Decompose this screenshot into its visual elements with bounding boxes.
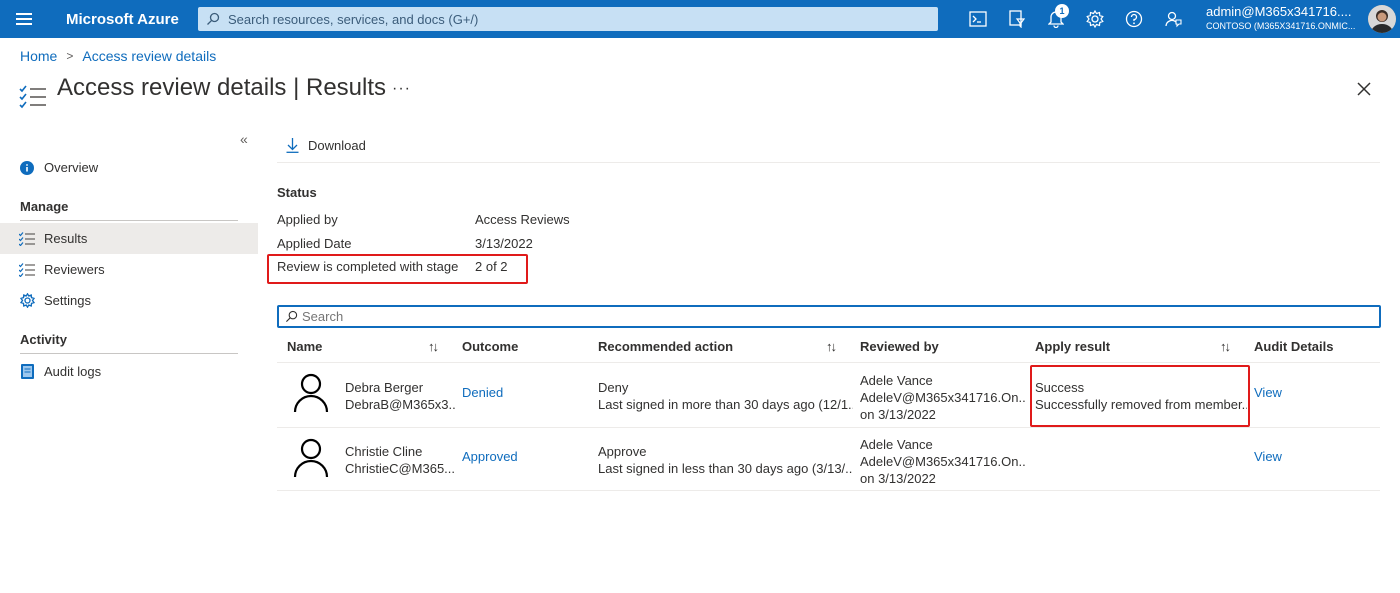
status-header: Status xyxy=(277,185,317,200)
column-header-audit-details[interactable]: Audit Details xyxy=(1254,339,1333,354)
reviewer-name: Adele Vance xyxy=(860,373,933,388)
sidebar-item-reviewers[interactable]: Reviewers xyxy=(0,254,258,285)
notifications-bell-icon[interactable]: 1 xyxy=(1036,0,1075,38)
user-avatar[interactable] xyxy=(1368,5,1396,33)
user-email: DebraB@M365x3... xyxy=(345,397,455,412)
table-row-divider xyxy=(277,490,1380,491)
table-header-divider xyxy=(277,362,1380,363)
breadcrumb: Home > Access review details xyxy=(20,48,216,64)
applied-date-label: Applied Date xyxy=(277,236,352,251)
reviewer-name: Adele Vance xyxy=(860,437,933,452)
brand-name[interactable]: Microsoft Azure xyxy=(66,11,198,28)
audit-log-icon xyxy=(19,364,35,380)
recommended-detail: Last signed in more than 30 days ago (12… xyxy=(598,397,853,412)
applied-by-label: Applied by xyxy=(277,212,338,227)
reviewed-date: on 3/13/2022 xyxy=(860,471,936,486)
collapse-sidebar-button[interactable]: « xyxy=(240,131,248,147)
page-title-sub: Results xyxy=(306,74,387,101)
user-name: Debra Berger xyxy=(345,380,424,395)
top-icons: 1 xyxy=(958,0,1192,38)
user-name: Christie Cline xyxy=(345,444,423,459)
column-header-apply-result[interactable]: Apply result xyxy=(1035,339,1110,354)
divider xyxy=(20,353,238,354)
recommended-action: Approve xyxy=(598,444,647,459)
sidebar-item-settings[interactable]: Settings xyxy=(0,285,258,316)
outcome-link[interactable]: Denied xyxy=(462,384,503,401)
sidebar-item-label: Overview xyxy=(44,160,99,175)
command-bar-divider xyxy=(277,162,1380,163)
account-tenant: CONTOSO (M365X341716.ONMIC... xyxy=(1206,21,1356,31)
sidebar-item-results[interactable]: Results xyxy=(0,223,258,254)
highlight-box-stage xyxy=(267,254,528,284)
search-icon xyxy=(207,12,220,25)
sidebar-item-label: Audit logs xyxy=(44,364,102,379)
search-placeholder: Search resources, services, and docs (G+… xyxy=(228,11,479,27)
outcome-link[interactable]: Approved xyxy=(462,448,518,465)
sort-arrows-icon[interactable]: ↑↓ xyxy=(428,339,439,354)
help-icon[interactable] xyxy=(1114,0,1153,38)
reviewer-email: AdeleV@M365x341716.On... xyxy=(860,454,1025,469)
applied-date-value: 3/13/2022 xyxy=(475,236,533,251)
reviewed-date: on 3/13/2022 xyxy=(860,407,936,422)
sidebar-item-label: Reviewers xyxy=(44,262,105,277)
audit-view-link[interactable]: View xyxy=(1254,384,1282,401)
sidebar-item-label: Results xyxy=(44,231,88,246)
title-separator: | xyxy=(293,74,306,101)
column-header-outcome[interactable]: Outcome xyxy=(462,339,518,354)
page-title: Access review details | Results xyxy=(57,74,386,102)
recommended-action: Deny xyxy=(598,380,629,395)
download-label: Download xyxy=(308,138,366,153)
search-icon xyxy=(285,310,298,323)
results-search-field[interactable] xyxy=(277,305,1381,328)
sort-arrows-icon[interactable]: ↑↓ xyxy=(826,339,837,354)
checklist-icon xyxy=(19,262,35,278)
breadcrumb-home[interactable]: Home xyxy=(20,48,57,64)
info-icon xyxy=(19,160,35,176)
person-icon xyxy=(293,373,329,412)
sidebar-section-manage: Manage xyxy=(20,199,69,214)
checklist-icon xyxy=(19,85,46,109)
person-icon xyxy=(293,438,329,477)
reviewer-email: AdeleV@M365x341716.On... xyxy=(860,390,1025,405)
directory-filter-icon[interactable] xyxy=(997,0,1036,38)
settings-gear-icon[interactable] xyxy=(1075,0,1114,38)
sidebar-item-audit-logs[interactable]: Audit logs xyxy=(0,356,258,387)
highlight-box-apply-result xyxy=(1030,365,1250,427)
global-search-input[interactable]: Search resources, services, and docs (G+… xyxy=(198,7,938,31)
sidebar-section-activity: Activity xyxy=(20,332,67,347)
feedback-icon[interactable] xyxy=(1153,0,1192,38)
more-options-button[interactable]: ··· xyxy=(392,80,411,98)
column-header-reviewed-by[interactable]: Reviewed by xyxy=(860,339,939,354)
user-email: ChristieC@M365... xyxy=(345,461,455,476)
account-user: admin@M365x341716.... xyxy=(1206,4,1352,19)
close-icon[interactable] xyxy=(1356,81,1372,97)
table-row-divider xyxy=(277,427,1380,428)
download-button[interactable]: Download xyxy=(286,138,366,153)
hamburger-menu-icon[interactable] xyxy=(0,0,48,38)
column-header-name[interactable]: Name xyxy=(287,339,322,354)
sidebar-item-overview[interactable]: Overview xyxy=(0,152,258,183)
sidebar-item-label: Settings xyxy=(44,293,91,308)
results-search-input[interactable] xyxy=(302,309,1302,324)
recommended-detail: Last signed in less than 30 days ago (3/… xyxy=(598,461,853,476)
chevron-right-icon: > xyxy=(66,49,74,63)
notification-badge: 1 xyxy=(1055,4,1069,18)
column-header-recommended-action[interactable]: Recommended action xyxy=(598,339,733,354)
divider xyxy=(20,220,238,221)
cloud-shell-icon[interactable] xyxy=(958,0,997,38)
audit-view-link[interactable]: View xyxy=(1254,448,1282,465)
download-icon xyxy=(286,138,299,153)
breadcrumb-access-review-details[interactable]: Access review details xyxy=(82,48,216,64)
sort-arrows-icon[interactable]: ↑↓ xyxy=(1220,339,1231,354)
checklist-icon xyxy=(19,231,35,247)
account-info[interactable]: admin@M365x341716.... CONTOSO (M365X3417… xyxy=(1206,4,1366,31)
applied-by-value: Access Reviews xyxy=(475,212,570,227)
gear-icon xyxy=(19,293,35,309)
page-title-main: Access review details xyxy=(57,74,287,101)
